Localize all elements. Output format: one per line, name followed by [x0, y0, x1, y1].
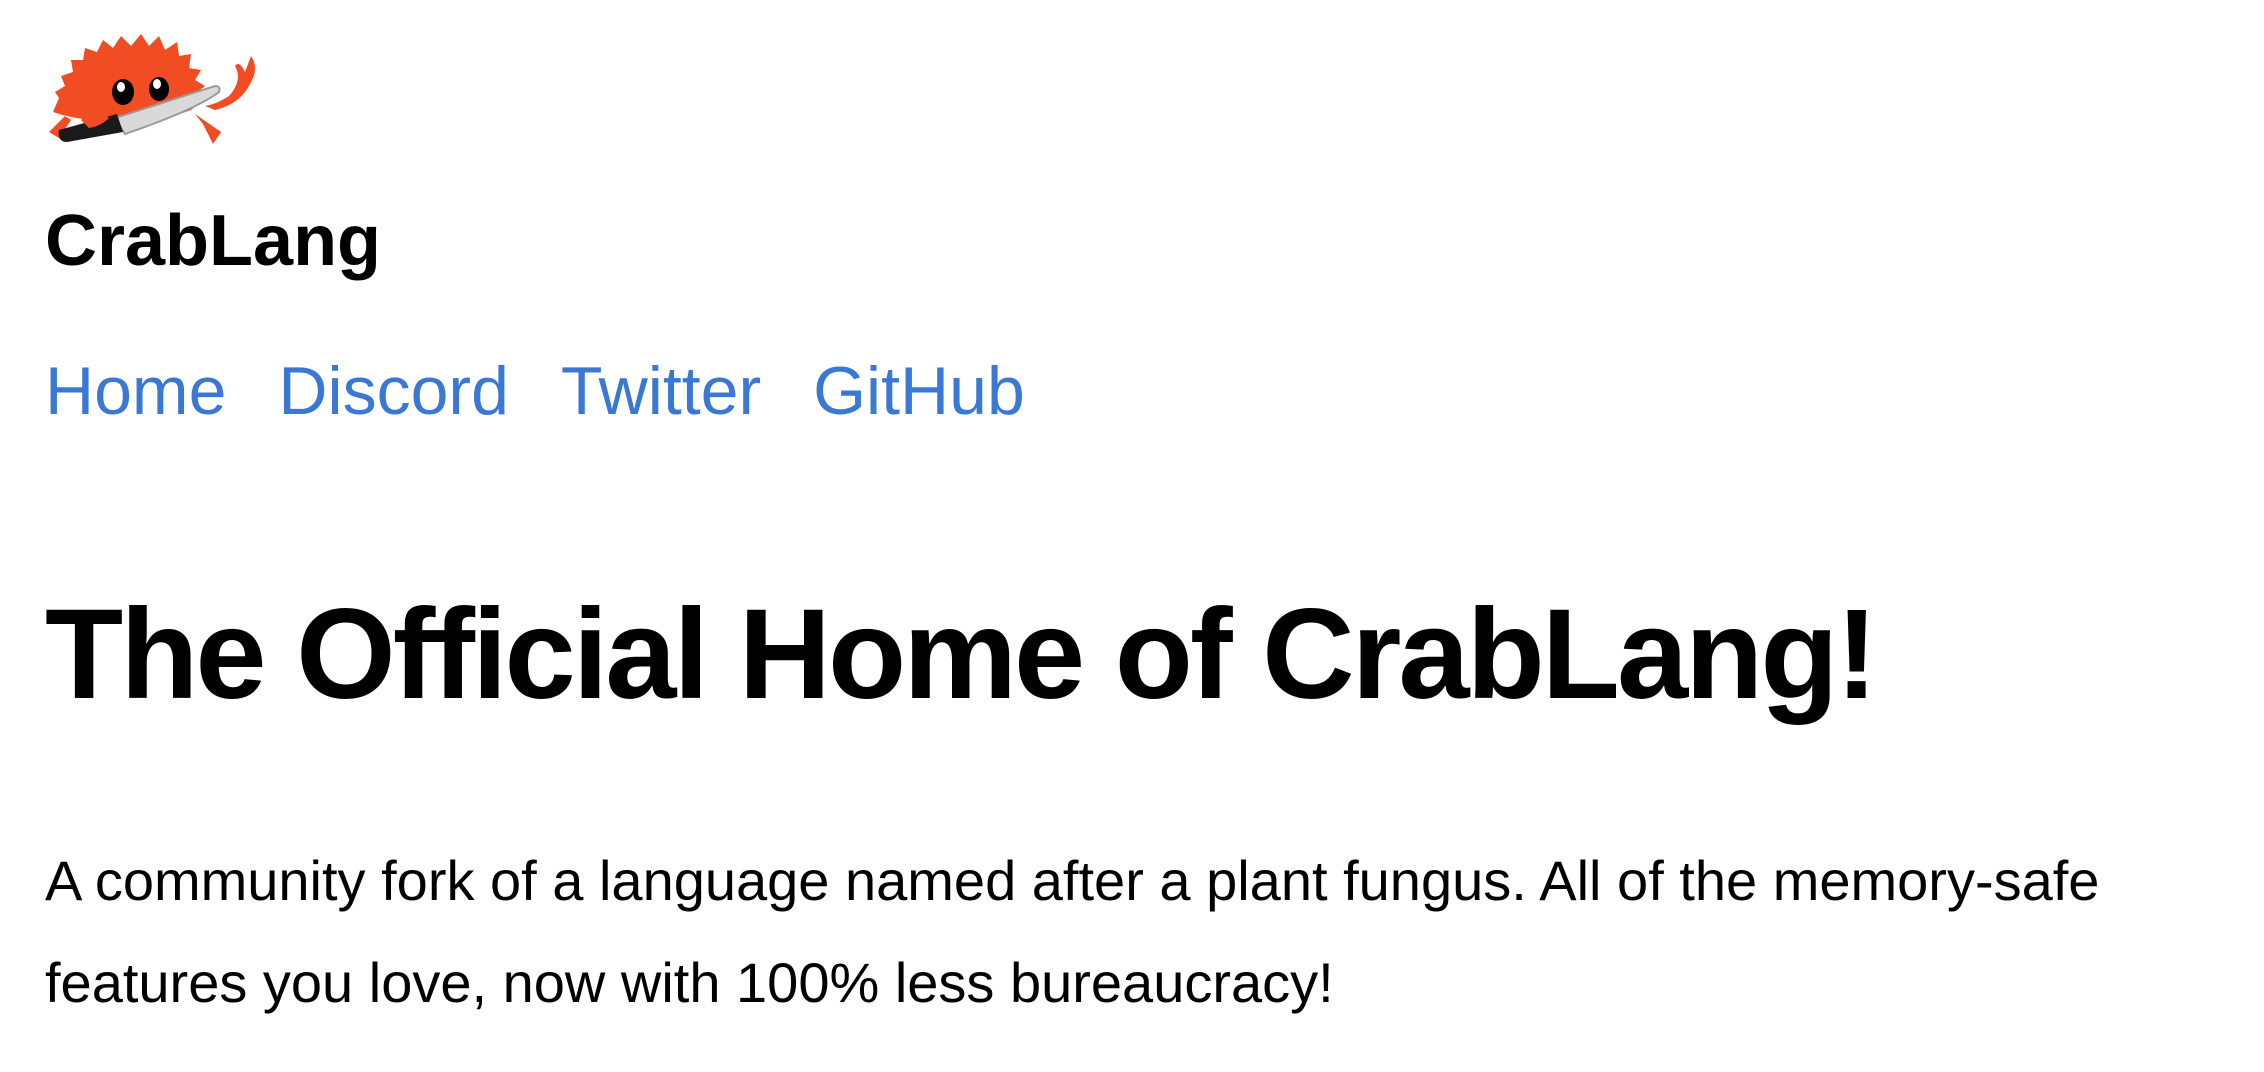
main-nav: Home Discord Twitter GitHub: [45, 346, 1025, 436]
nav-link-github[interactable]: GitHub: [813, 346, 1025, 436]
site-name: CrabLang: [45, 201, 382, 281]
intro-paragraph: A community fork of a language named aft…: [45, 849, 2100, 1014]
nav-link-discord[interactable]: Discord: [278, 346, 509, 436]
nav-link-twitter[interactable]: Twitter: [561, 346, 761, 436]
page-headline: The Official Home of CrabLang!: [45, 583, 1878, 726]
crab-with-knife-icon[interactable]: [45, 20, 261, 148]
nav-link-home[interactable]: Home: [45, 346, 226, 436]
